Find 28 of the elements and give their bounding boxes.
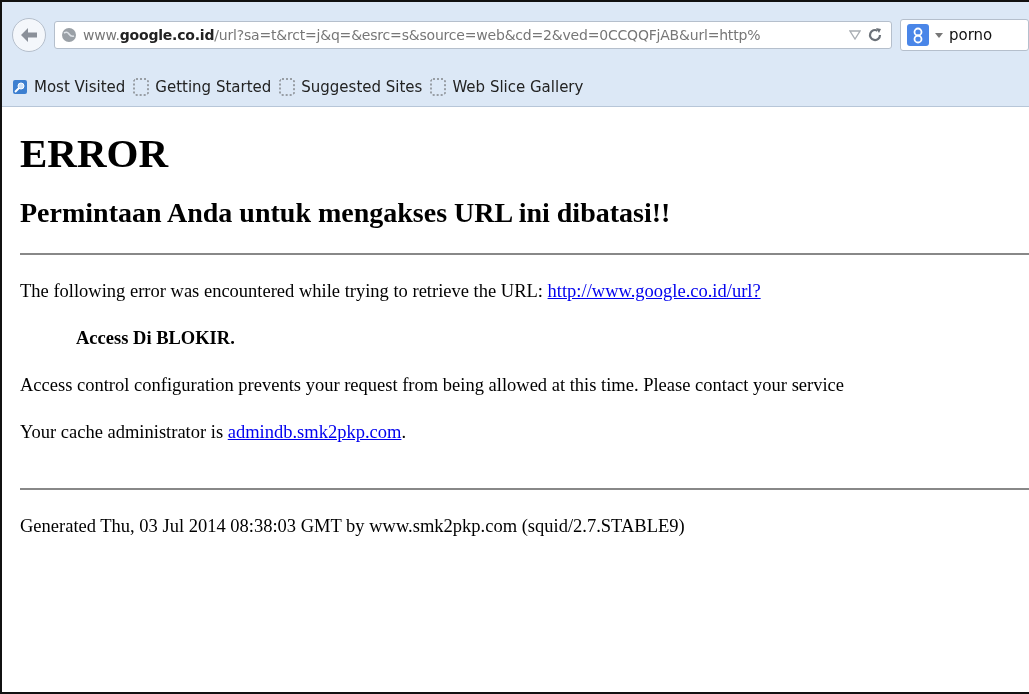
description-text: Access control configuration prevents your request from being allowed at this time. Please contact your service [20,375,846,396]
blank-page-icon [133,78,150,96]
search-page-icon [12,79,28,95]
error-text: The following error was encountered while trying to retrieve the URL: [20,281,543,301]
dropdown-triangle-icon[interactable] [849,30,861,40]
reason-text: Access Di BLOKIR. [76,328,236,349]
error-subheading: Permintaan Anda untuk mengakses URL ini dibatasi!! [20,197,672,229]
back-button[interactable] [12,18,46,52]
url-text: www.google.co.id/url?sa=t&rct=j&q=&esrc=s&source=web&cd=2&ved=0CCQQFjAB&url=http% [83,27,762,43]
blank-page-icon [279,78,296,96]
address-bar[interactable]: www.google.co.id/url?sa=t&rct=j&q=&esrc=s&source=web&cd=2&ved=0CCQQFjAB&url=http% [54,21,892,49]
blank-page-icon [430,78,447,96]
search-field[interactable]: porno [900,19,1029,51]
bookmark-item[interactable]: Web Slice Gallery [430,78,584,96]
search-engine-icon[interactable] [907,24,929,46]
error-url-link[interactable]: http://www.google.co.id/url? [547,281,761,301]
reload-icon[interactable] [867,27,883,43]
bookmark-item[interactable]: Getting Started [133,78,272,96]
admin-link[interactable]: admindb.smk2pkp.com [227,422,402,442]
period-text: . [401,422,407,442]
bookmark-item[interactable]: Suggested Sites [279,78,423,96]
globe-icon [61,27,77,43]
error-heading: ERROR [20,129,170,177]
back-arrow-icon [20,27,38,43]
bookmark-item[interactable]: Most Visited [12,78,126,96]
footer-text: Generated Thu, 03 Jul 2014 08:38:03 GMT by www.smk2pkp.com (squid/2.7.STABLE9) [20,516,686,537]
admin-text: Your cache administrator is [20,422,224,442]
caret-icon[interactable] [935,32,943,38]
